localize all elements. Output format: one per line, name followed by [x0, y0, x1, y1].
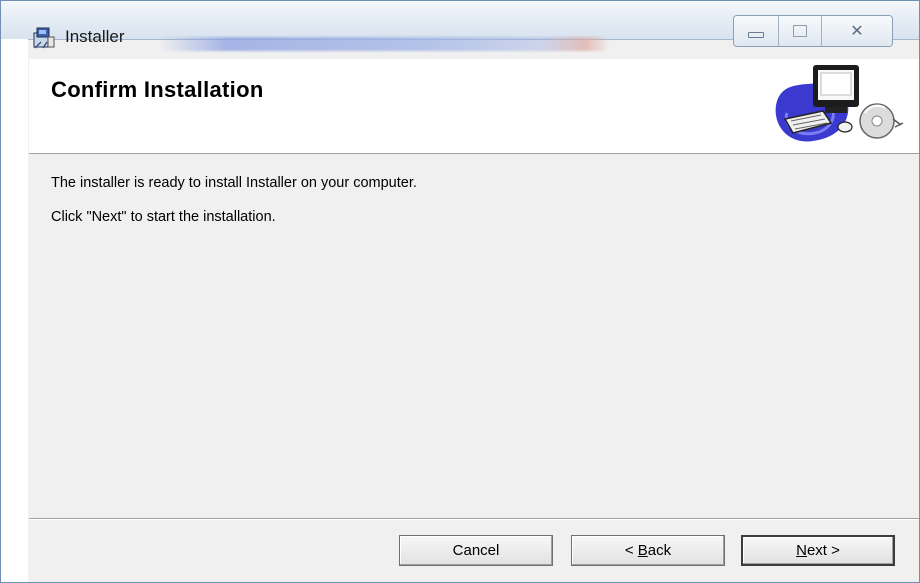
- wizard-footer: Cancel < Back Next >: [29, 518, 919, 582]
- ready-message: The installer is ready to install Instal…: [51, 175, 417, 191]
- page-title: Confirm Installation: [51, 77, 264, 102]
- computer-cd-icon: [775, 65, 904, 142]
- cancel-button-label: Cancel: [452, 542, 500, 559]
- wizard-header: Confirm Installation: [29, 59, 919, 154]
- installer-app-icon: [33, 27, 55, 49]
- cancel-button[interactable]: Cancel: [399, 535, 553, 566]
- next-instruction: Click "Next" to start the installation.: [51, 209, 276, 225]
- next-button-label: Next >: [796, 542, 840, 559]
- minimize-icon: [748, 32, 764, 38]
- installer-window: Installer ✕ Confirm Installation The ins…: [0, 0, 920, 583]
- back-button[interactable]: < Back: [571, 535, 725, 566]
- close-button[interactable]: ✕: [822, 16, 892, 46]
- left-margin: [1, 39, 28, 582]
- window-title: Installer: [65, 27, 125, 46]
- back-button-label: < Back: [624, 542, 672, 559]
- window-controls: ✕: [733, 15, 893, 47]
- title-bar[interactable]: Installer ✕: [1, 1, 919, 51]
- wizard-content: The installer is ready to install Instal…: [29, 154, 919, 518]
- close-icon: ✕: [850, 23, 864, 40]
- maximize-button[interactable]: [779, 16, 822, 46]
- next-button[interactable]: Next >: [741, 535, 895, 566]
- minimize-button[interactable]: [734, 16, 779, 46]
- title-bar-glow: [159, 37, 609, 51]
- maximize-icon: [793, 25, 807, 37]
